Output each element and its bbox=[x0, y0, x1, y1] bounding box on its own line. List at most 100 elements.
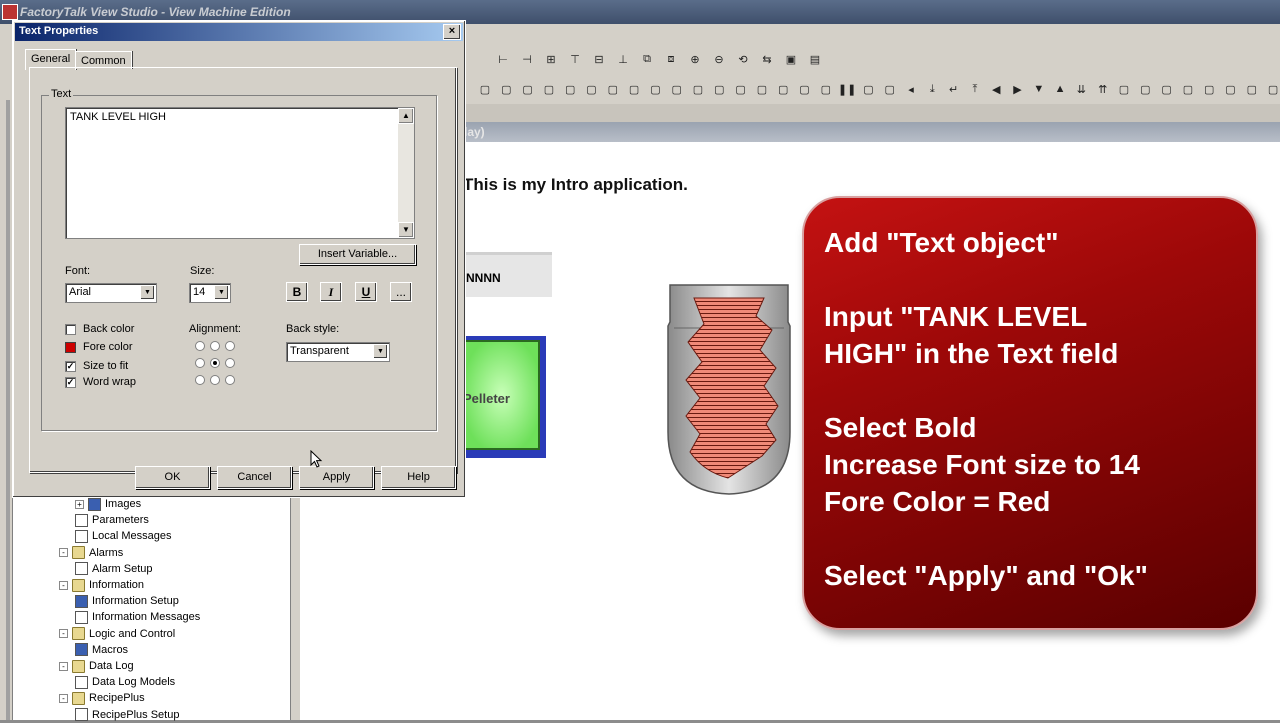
align-top-icon[interactable]: ⊤ bbox=[566, 50, 584, 68]
object-3-icon[interactable]: ▢ bbox=[519, 80, 537, 98]
tank-graphic[interactable] bbox=[664, 282, 794, 500]
bring-front-icon[interactable]: ⧉ bbox=[638, 50, 656, 68]
font-more-button[interactable]: ... bbox=[390, 282, 412, 302]
object-13-icon[interactable]: ▢ bbox=[732, 80, 750, 98]
text-input[interactable]: TANK LEVEL HIGH ▲ ▼ bbox=[65, 107, 415, 239]
align-top-center-radio[interactable] bbox=[210, 341, 220, 351]
tree-item[interactable]: Information Messages bbox=[75, 609, 200, 625]
object-18-icon[interactable]: ▢ bbox=[1115, 80, 1133, 98]
align-middle-center-radio[interactable] bbox=[210, 358, 220, 368]
object-6-icon[interactable]: ▢ bbox=[583, 80, 601, 98]
object-25-icon[interactable]: ▢ bbox=[1264, 80, 1280, 98]
object-11-icon[interactable]: ▢ bbox=[689, 80, 707, 98]
italic-button[interactable]: I bbox=[320, 282, 342, 302]
align-bottom-right-radio[interactable] bbox=[225, 375, 235, 385]
expander-icon[interactable]: - bbox=[59, 580, 68, 590]
object-23-icon[interactable]: ▢ bbox=[1222, 80, 1240, 98]
tree-item[interactable]: - RecipePlus bbox=[59, 690, 145, 706]
back-color-checkbox[interactable] bbox=[65, 324, 76, 335]
tree-item[interactable]: - Information bbox=[59, 577, 144, 593]
object-2-icon[interactable]: ▢ bbox=[497, 80, 515, 98]
expander-icon[interactable]: - bbox=[59, 548, 68, 558]
arrow-up-end-icon[interactable]: ⤒ bbox=[966, 80, 984, 98]
object-20-icon[interactable]: ▢ bbox=[1158, 80, 1176, 98]
tree-item[interactable]: - Logic and Control bbox=[59, 626, 175, 642]
object-17-icon[interactable]: ▢ bbox=[817, 80, 835, 98]
font-select[interactable]: Arial ▼ bbox=[65, 283, 157, 303]
numeric-display[interactable]: NNNN bbox=[464, 252, 552, 297]
align-middle-right-radio[interactable] bbox=[225, 358, 235, 368]
expander-icon[interactable]: - bbox=[59, 661, 68, 671]
word-wrap-checkbox[interactable]: ✓ bbox=[65, 377, 76, 388]
double-up-icon[interactable]: ⇈ bbox=[1094, 80, 1112, 98]
align-left-icon[interactable]: ⊢ bbox=[494, 50, 512, 68]
align-bottom-left-radio[interactable] bbox=[195, 375, 205, 385]
close-button[interactable]: × bbox=[443, 24, 461, 40]
pause-icon[interactable]: ❚❚ bbox=[838, 80, 856, 98]
tree-item[interactable]: - Data Log bbox=[59, 658, 134, 674]
tree-item[interactable]: Parameters bbox=[75, 512, 149, 528]
triangle-up-icon[interactable]: ▲ bbox=[1051, 80, 1069, 98]
object-1-icon[interactable]: ▢ bbox=[476, 80, 494, 98]
expander-icon[interactable]: - bbox=[59, 693, 68, 703]
graph-1-icon[interactable]: ▢ bbox=[859, 80, 877, 98]
align-bottom-center-radio[interactable] bbox=[210, 375, 220, 385]
zoom-in-icon[interactable]: ⊕ bbox=[686, 50, 704, 68]
expander-icon[interactable]: + bbox=[75, 499, 84, 509]
object-5-icon[interactable]: ▢ bbox=[561, 80, 579, 98]
object-14-icon[interactable]: ▢ bbox=[753, 80, 771, 98]
size-to-fit-checkbox[interactable]: ✓ bbox=[65, 361, 76, 372]
arrow-down-end-icon[interactable]: ⤓ bbox=[923, 80, 941, 98]
properties-icon[interactable]: ▣ bbox=[782, 50, 800, 68]
animation-icon[interactable]: ▤ bbox=[806, 50, 824, 68]
flip-icon[interactable]: ⇆ bbox=[758, 50, 776, 68]
object-7-icon[interactable]: ▢ bbox=[604, 80, 622, 98]
chevron-down-icon[interactable]: ▼ bbox=[140, 285, 155, 300]
object-4-icon[interactable]: ▢ bbox=[540, 80, 558, 98]
rotate-icon[interactable]: ⟲ bbox=[734, 50, 752, 68]
object-12-icon[interactable]: ▢ bbox=[710, 80, 728, 98]
align-middle-left-radio[interactable] bbox=[195, 358, 205, 368]
align-bottom-icon[interactable]: ⊥ bbox=[614, 50, 632, 68]
align-right-icon[interactable]: ⊞ bbox=[542, 50, 560, 68]
size-select[interactable]: 14 ▼ bbox=[189, 283, 231, 303]
text-scrollbar[interactable]: ▲ ▼ bbox=[398, 108, 414, 238]
underline-button[interactable]: U bbox=[355, 282, 377, 302]
cancel-button[interactable]: Cancel bbox=[217, 466, 292, 489]
tree-item[interactable]: RecipePlus Setup bbox=[75, 707, 179, 723]
tree-item[interactable]: Data Log Models bbox=[75, 674, 175, 690]
object-22-icon[interactable]: ▢ bbox=[1200, 80, 1218, 98]
back-style-select[interactable]: Transparent ▼ bbox=[286, 342, 390, 362]
tree-item[interactable]: Local Messages bbox=[75, 528, 172, 544]
object-19-icon[interactable]: ▢ bbox=[1136, 80, 1154, 98]
object-24-icon[interactable]: ▢ bbox=[1243, 80, 1261, 98]
triangle-right-icon[interactable]: ▶ bbox=[1009, 80, 1027, 98]
send-back-icon[interactable]: ⧈ bbox=[662, 50, 680, 68]
arrow-left-icon[interactable]: ◂ bbox=[902, 80, 920, 98]
scroll-up-icon[interactable]: ▲ bbox=[398, 108, 414, 124]
double-down-icon[interactable]: ⇊ bbox=[1072, 80, 1090, 98]
triangle-left-icon[interactable]: ◀ bbox=[987, 80, 1005, 98]
tree-item[interactable]: Alarm Setup bbox=[75, 561, 153, 577]
object-9-icon[interactable]: ▢ bbox=[646, 80, 664, 98]
object-15-icon[interactable]: ▢ bbox=[774, 80, 792, 98]
arrow-return-icon[interactable]: ↵ bbox=[945, 80, 963, 98]
graph-2-icon[interactable]: ▢ bbox=[881, 80, 899, 98]
scroll-down-icon[interactable]: ▼ bbox=[398, 222, 414, 238]
align-top-right-radio[interactable] bbox=[225, 341, 235, 351]
object-10-icon[interactable]: ▢ bbox=[668, 80, 686, 98]
chevron-down-icon[interactable]: ▼ bbox=[373, 344, 388, 359]
expander-icon[interactable]: - bbox=[59, 629, 68, 639]
insert-variable-button[interactable]: Insert Variable... bbox=[299, 244, 416, 265]
zoom-out-icon[interactable]: ⊖ bbox=[710, 50, 728, 68]
object-8-icon[interactable]: ▢ bbox=[625, 80, 643, 98]
help-button[interactable]: Help bbox=[381, 466, 456, 489]
tree-item[interactable]: Macros bbox=[75, 642, 128, 658]
triangle-down-icon[interactable]: ▼ bbox=[1030, 80, 1048, 98]
align-middle-icon[interactable]: ⊟ bbox=[590, 50, 608, 68]
align-center-icon[interactable]: ⊣ bbox=[518, 50, 536, 68]
align-top-left-radio[interactable] bbox=[195, 341, 205, 351]
bold-button[interactable]: B bbox=[286, 282, 308, 302]
intro-text[interactable]: This is my Intro application. bbox=[463, 175, 688, 195]
pelleter-button[interactable]: Pelleter bbox=[463, 340, 540, 450]
